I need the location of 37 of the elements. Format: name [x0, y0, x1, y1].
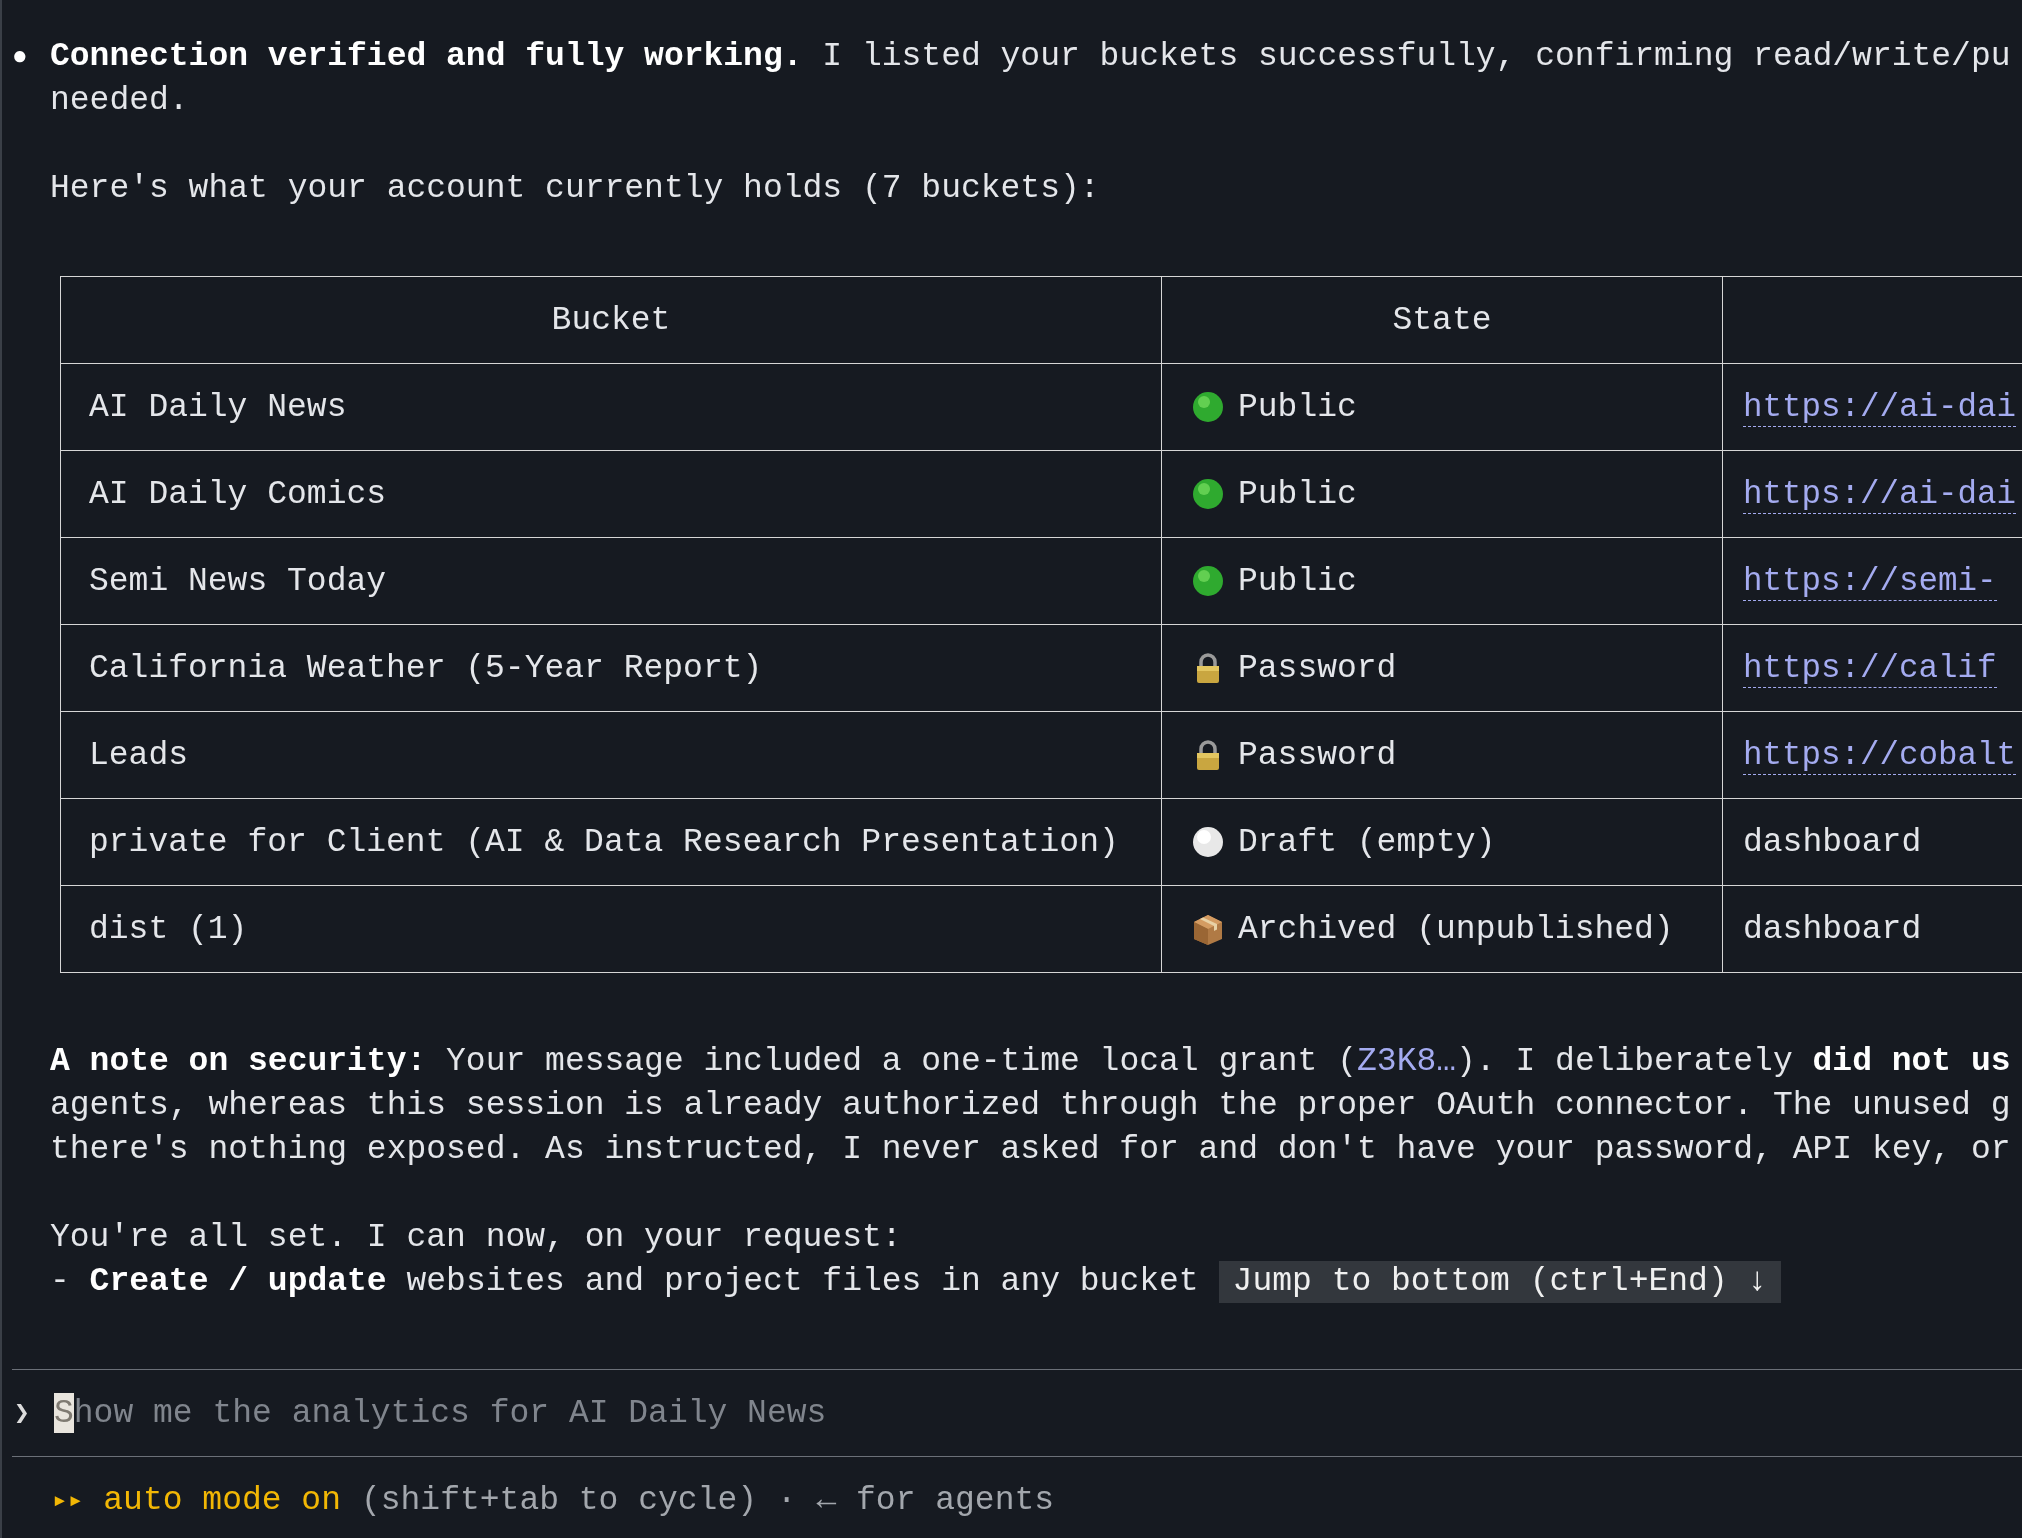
mode-icon: ▸▸ — [52, 1479, 84, 1523]
state-label: Draft (empty) — [1238, 823, 1496, 861]
mode-label: auto mode on — [103, 1481, 341, 1521]
message-text: needed. — [50, 81, 190, 121]
column-header: Bucket — [60, 276, 1162, 364]
state-label: Public — [1238, 475, 1357, 513]
state-label: Archived (unpublished) — [1238, 910, 1674, 948]
circle-icon — [1190, 824, 1226, 860]
state-label: Public — [1238, 388, 1357, 426]
prompt-icon: ❯ — [12, 1397, 54, 1429]
message-text: Here's what your account currently holds (7 buckets): — [50, 169, 1101, 209]
message-text: - Create / update websites and project files in any bucket — [50, 1262, 1199, 1302]
state-label: Password — [1238, 736, 1397, 774]
jump-to-bottom-button[interactable]: Jump to bottom (ctrl+End) ↓ — [1218, 1261, 1782, 1303]
table-cell: Semi News Today — [60, 537, 1162, 625]
table-cell: dashboard — [1743, 910, 1922, 948]
message-text: there's nothing exposed. As instructed, I never asked for and don't have your password, API key, or — [50, 1130, 2012, 1170]
column-header: State — [1161, 276, 1723, 364]
state-label: Public — [1238, 562, 1357, 600]
dot-icon — [1190, 476, 1226, 512]
dot-icon — [1190, 389, 1226, 425]
message-text: You're all set. I can now, on your request: — [50, 1218, 903, 1258]
state-label: Password — [1238, 649, 1397, 687]
message-text: Connection verified and fully working. I listed your buckets successfully, confirming read/write/pu — [50, 37, 2011, 77]
status-hint: (shift+tab to cycle) · ← for agents — [360, 1481, 1055, 1521]
message-text: A note on security: Your message included a one-time local grant (Z3K8…). I deliberately did not us — [50, 1042, 2012, 1082]
table-cell: California Weather (5-Year Report) — [60, 624, 1162, 712]
table-cell: Leads — [60, 711, 1162, 799]
table-cell: dashboard — [1743, 823, 1922, 861]
table-cell: AI Daily Comics — [60, 450, 1162, 538]
table-cell: private for Client (AI & Data Research Presentation) — [60, 798, 1162, 886]
table-cell: AI Daily News — [60, 363, 1162, 451]
dot-icon — [1190, 563, 1226, 599]
table-cell: dist (1) — [60, 885, 1162, 973]
bullet-icon: ● — [2, 35, 50, 123]
message-text: agents, whereas this session is already authorized through the proper OAuth connector. The unused g — [50, 1086, 2012, 1126]
grant-code: Z3K8… — [1357, 1043, 1457, 1080]
